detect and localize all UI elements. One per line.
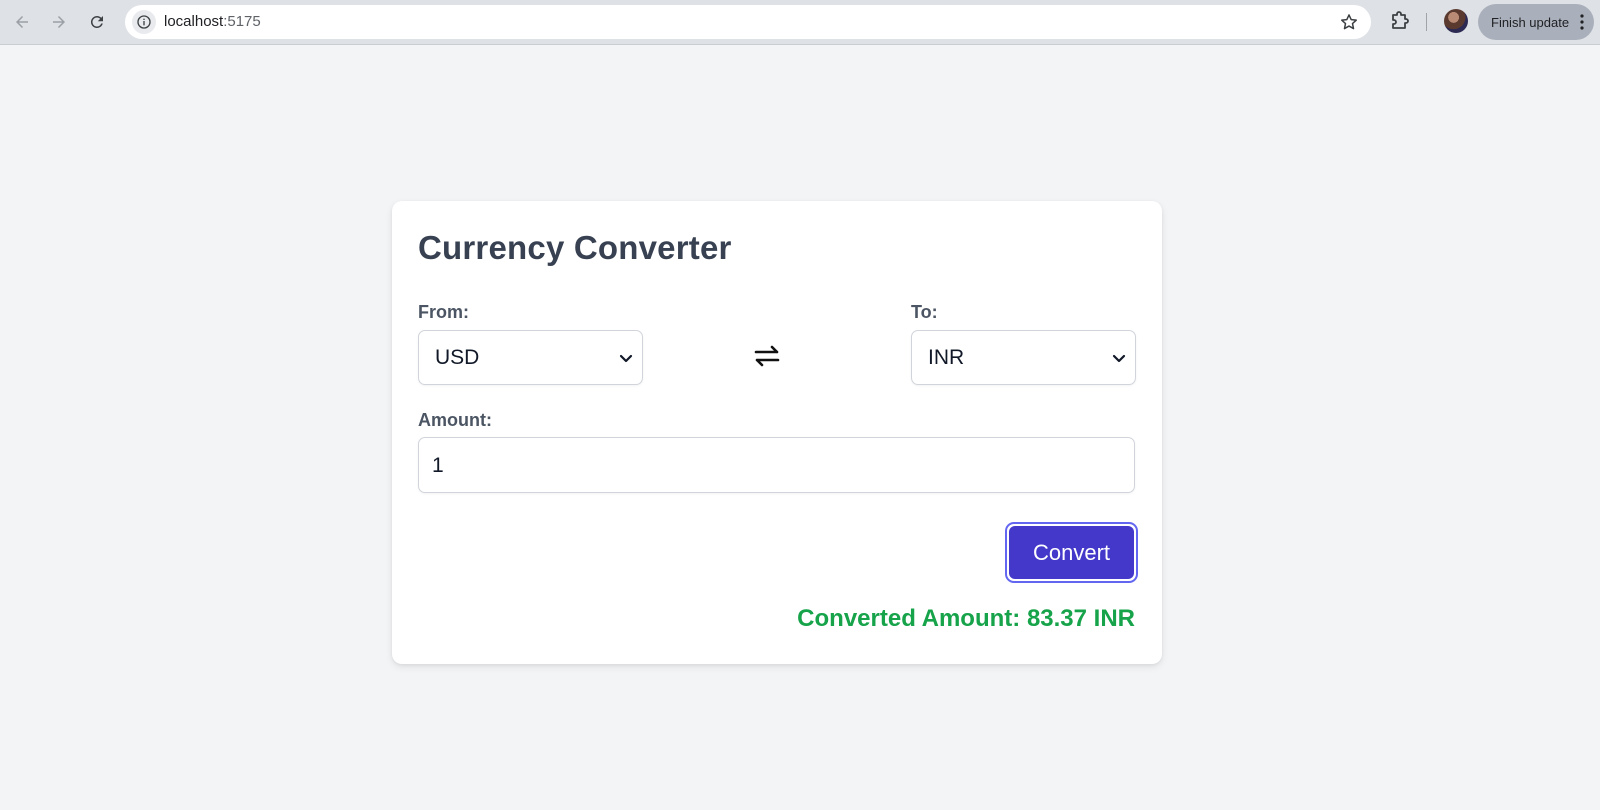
page-title: Currency Converter: [418, 229, 732, 266]
reload-icon: [90, 15, 103, 28]
back-button[interactable]: [8, 8, 36, 36]
url-port: :5175: [223, 13, 261, 30]
converted-amount-text: Converted Amount: 83.37 INR: [797, 605, 1135, 632]
from-label: From:: [418, 302, 469, 322]
from-currency-value: USD: [435, 346, 480, 369]
bookmark-star-icon[interactable]: [1339, 12, 1359, 32]
site-info-icon[interactable]: [132, 10, 156, 34]
amount-value: 1: [432, 454, 444, 477]
address-bar[interactable]: localhost:5175: [125, 5, 1371, 39]
reload-button[interactable]: [83, 8, 111, 36]
to-label: To:: [911, 302, 938, 322]
profile-avatar[interactable]: [1444, 9, 1468, 33]
chevron-down-icon: [619, 354, 633, 363]
url-host: localhost: [164, 13, 224, 30]
arrow-left-icon: [16, 16, 28, 28]
converter-card: Currency Converter From: USD To: INR Amo…: [392, 201, 1162, 664]
amount-input[interactable]: 1: [418, 437, 1135, 493]
toolbar-divider: [1426, 13, 1427, 31]
from-currency-select[interactable]: USD: [418, 330, 643, 385]
convert-button-label: Convert: [1009, 526, 1134, 579]
chevron-down-icon: [1112, 354, 1126, 363]
url-text: localhost:5175: [164, 13, 261, 30]
browser-toolbar: localhost:5175 Finish update: [0, 0, 1600, 45]
convert-button[interactable]: Convert: [1005, 522, 1138, 583]
arrow-right-icon: [53, 16, 65, 28]
amount-label: Amount:: [418, 410, 492, 430]
extensions-puzzle-icon[interactable]: [1388, 10, 1412, 34]
more-vert-icon: [1580, 14, 1584, 30]
to-currency-select[interactable]: INR: [911, 330, 1136, 385]
swap-arrows-icon[interactable]: [753, 344, 781, 368]
finish-update-label: Finish update: [1491, 14, 1570, 30]
finish-update-button[interactable]: Finish update: [1478, 4, 1594, 40]
forward-button[interactable]: [45, 8, 73, 36]
to-currency-value: INR: [928, 346, 965, 369]
